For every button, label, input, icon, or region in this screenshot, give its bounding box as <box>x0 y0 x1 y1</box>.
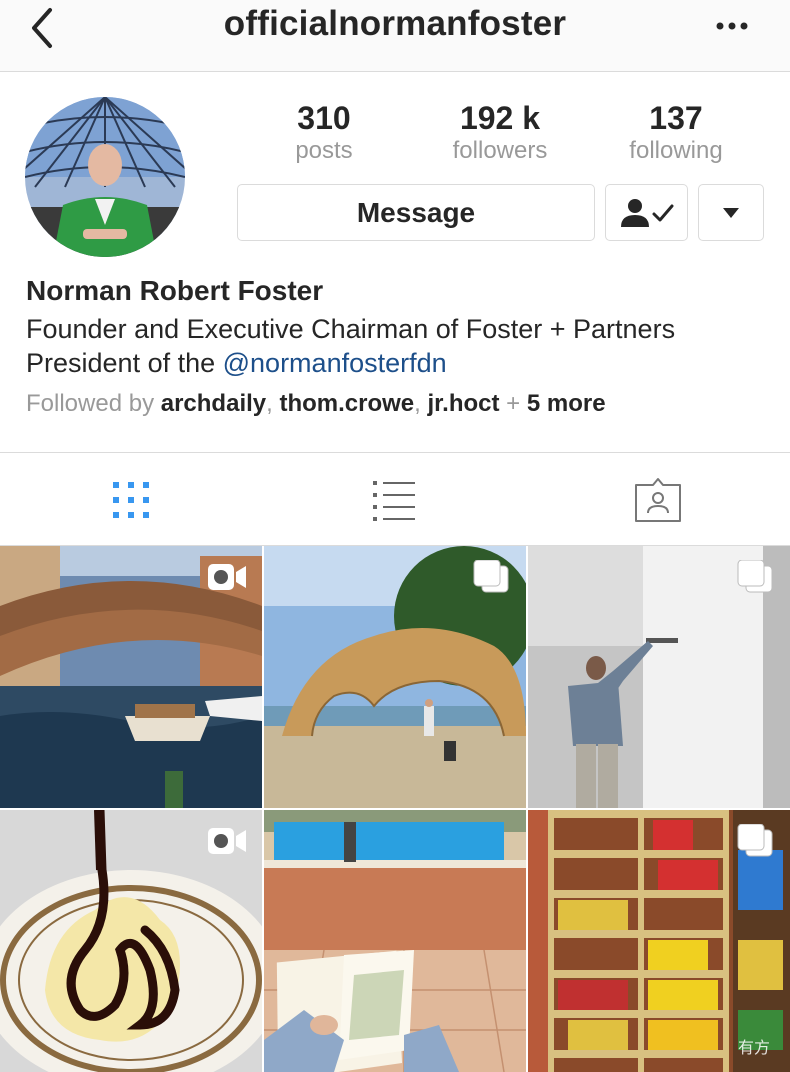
carousel-icon <box>737 560 773 593</box>
following-label: following <box>629 137 723 164</box>
profile-bio: Founder and Executive Chairman of Foster… <box>26 312 786 380</box>
avatar[interactable] <box>25 97 185 257</box>
foundation-mention-link[interactable]: @normanfosterfdn <box>223 348 447 378</box>
username-title: officialnormanfoster <box>223 4 567 43</box>
caret-down-icon <box>723 207 739 218</box>
following-button[interactable] <box>605 184 688 241</box>
suggestions-dropdown-button[interactable] <box>698 184 764 241</box>
profile-name: Norman Robert Foster <box>26 275 324 306</box>
video-icon <box>208 564 246 590</box>
followers-value: 192 k <box>459 100 541 136</box>
tab-list-view[interactable] <box>369 475 419 525</box>
posts-value: 310 <box>297 100 351 136</box>
post-thumbnail[interactable]: 有方 <box>528 810 790 1072</box>
bio-line-2: President of the @normanfosterfdn <box>26 346 786 380</box>
grid-icon <box>113 482 149 518</box>
post-thumbnail[interactable] <box>528 546 790 808</box>
message-button[interactable]: Message <box>237 184 595 241</box>
post-thumbnail[interactable] <box>264 546 526 808</box>
carousel-icon <box>473 560 509 593</box>
bio-line-1: Founder and Executive Chairman of Foster… <box>26 314 676 344</box>
following-value: 137 <box>649 100 703 136</box>
tab-grid-view[interactable] <box>106 475 156 525</box>
posts-count[interactable]: 310 posts <box>239 98 409 164</box>
video-icon <box>208 828 246 854</box>
followers-count[interactable]: 192 k followers <box>415 98 585 164</box>
followed-by[interactable]: Followed by archdaily, thom.crowe, jr.ho… <box>26 390 606 418</box>
post-thumbnail[interactable] <box>264 810 526 1072</box>
post-thumbnail[interactable] <box>0 546 262 808</box>
follower-link[interactable]: thom.crowe <box>279 390 414 417</box>
top-bar: officialnormanfoster <box>0 0 790 72</box>
more-options-icon[interactable] <box>712 14 752 38</box>
follower-link[interactable]: jr.hoct <box>428 390 500 417</box>
list-icon <box>373 481 415 521</box>
carousel-icon <box>737 824 773 857</box>
profile-tabs <box>0 452 790 546</box>
follower-link[interactable]: archdaily <box>161 390 266 417</box>
post-thumbnail[interactable] <box>0 810 262 1072</box>
followers-label: followers <box>452 137 548 164</box>
tab-tagged[interactable] <box>633 475 683 525</box>
tagged-person-icon <box>635 478 681 522</box>
watermark: 有方 <box>737 1040 770 1057</box>
following-count[interactable]: 137 following <box>591 98 761 164</box>
more-followers-link[interactable]: 5 more <box>527 390 606 417</box>
followed-by-prefix: Followed by <box>26 390 161 417</box>
bio-line-2-text: President of the <box>26 348 223 378</box>
posts-label: posts <box>295 137 353 164</box>
person-check-icon <box>620 198 673 227</box>
